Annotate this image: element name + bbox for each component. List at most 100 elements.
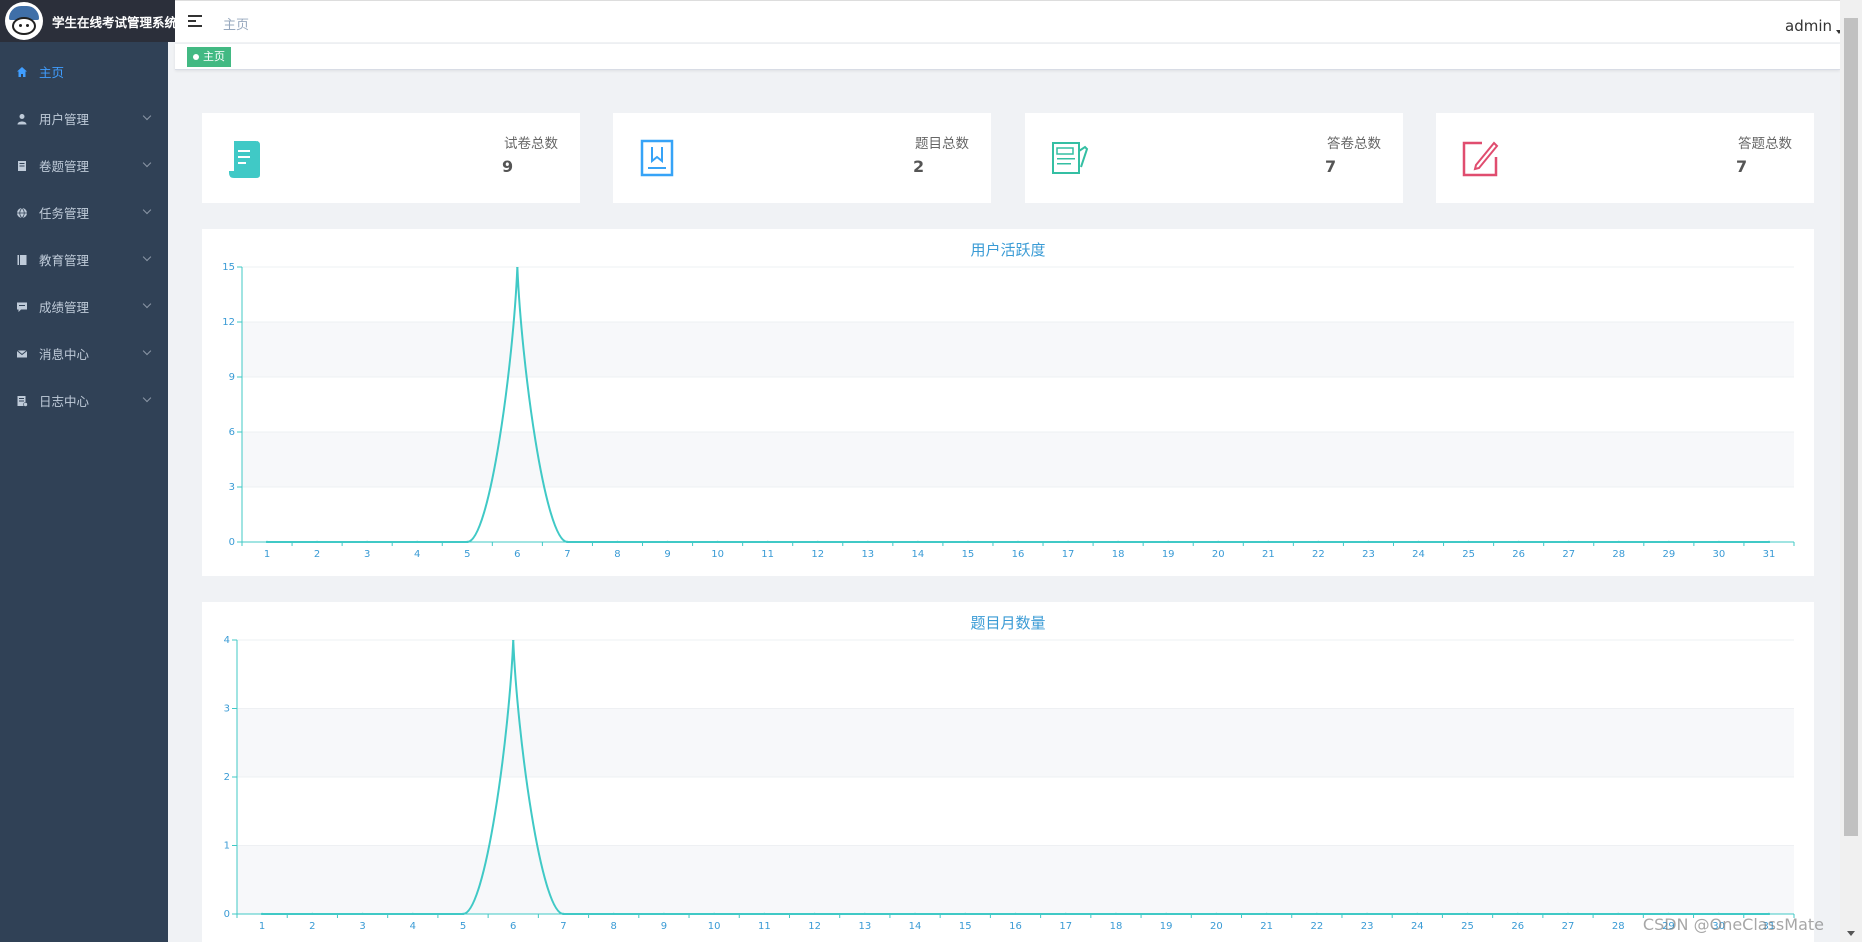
data-point (616, 540, 619, 543)
card-value: 2 (913, 157, 925, 176)
x-tick-label: 2 (314, 549, 320, 560)
y-tick-label: 9 (229, 372, 235, 383)
x-tick-label: 3 (359, 921, 365, 932)
x-tick-label: 19 (1160, 921, 1173, 932)
sidebar-item-task-management[interactable]: 任务管理 (0, 189, 168, 236)
data-point (662, 912, 666, 915)
x-tick-label: 17 (1059, 921, 1072, 932)
data-point (315, 540, 319, 543)
data-point (1365, 912, 1369, 915)
x-tick-label: 4 (414, 549, 420, 560)
data-point (666, 540, 669, 543)
sidebar-item-message-center[interactable]: 消息中心 (0, 330, 168, 377)
tags-view: 主页 (175, 44, 1840, 70)
app-title: 学生在线考试管理系统 (52, 14, 178, 30)
user-activity-chart: 036912151 2 3 4 5 6 7 8 9 10 11 12 13 14 15 16 17 18 19 20 2… (222, 262, 1795, 560)
data-point (1466, 912, 1469, 915)
data-point (966, 540, 970, 543)
card-label: 答题总数 (1738, 136, 1792, 152)
user-menu[interactable]: admin (1785, 17, 1832, 35)
stat-card-answer-sheets[interactable]: 答卷总数 7 (1025, 113, 1403, 203)
data-point (712, 912, 716, 915)
edit-icon (1462, 141, 1499, 177)
x-tick-label: 25 (1461, 921, 1474, 932)
sidebar: 主页 用户管理 卷题管理 任务管理 教育管理 成绩管理 消息中心 日志中心 (0, 0, 168, 942)
stat-card-answers[interactable]: 答题总数 7 (1436, 113, 1814, 203)
stat-card-papers[interactable]: 试卷总数 9 (202, 113, 580, 203)
data-point (1367, 540, 1370, 543)
chevron-down-icon (142, 346, 152, 356)
x-tick-label: 7 (560, 921, 566, 932)
card-value: 7 (1736, 157, 1748, 176)
grid-band (242, 432, 1794, 487)
card-label: 试卷总数 (504, 136, 558, 152)
scroll-down-arrow-icon[interactable] (1847, 931, 1855, 936)
sidebar-item-education-management[interactable]: 教育管理 (0, 236, 168, 283)
x-tick-label: 1 (264, 549, 270, 560)
watermark: CSDN @OneClassMate (1642, 915, 1824, 934)
data-point (1315, 912, 1319, 915)
data-point (1215, 912, 1218, 915)
y-tick-label: 0 (229, 537, 235, 548)
card-label: 答卷总数 (1327, 136, 1381, 152)
data-point (763, 912, 766, 915)
app-logo-bar[interactable]: 学生在线考试管理系统 (0, 0, 178, 42)
x-tick-label: 23 (1361, 921, 1374, 932)
hamburger-icon[interactable] (188, 15, 202, 27)
x-tick-label: 18 (1112, 549, 1125, 560)
x-tick-label: 17 (1062, 549, 1075, 560)
grid-band (242, 322, 1794, 377)
x-tick-label: 5 (460, 921, 466, 932)
x-tick-label: 13 (858, 921, 871, 932)
x-tick-label: 11 (758, 921, 771, 932)
home-icon (17, 66, 27, 77)
data-point (1066, 540, 1070, 543)
data-point (411, 912, 414, 915)
stat-card-questions[interactable]: 题目总数 2 (613, 113, 991, 203)
breadcrumb[interactable]: 主页 (223, 14, 249, 33)
x-tick-label: 21 (1262, 549, 1275, 560)
scrollbar-thumb[interactable] (1844, 18, 1858, 836)
scrollbar[interactable] (1840, 0, 1862, 942)
data-point (916, 540, 920, 543)
tab-label: 主页 (203, 50, 225, 63)
data-point (1566, 912, 1570, 915)
data-point (964, 912, 967, 915)
answer-sheet-icon (1052, 142, 1089, 174)
chart-panel-user-activity: 用户活跃度 0 3 6 9 12 15 1 2 3 4 5 6 7 8 9 10 11 12 13 14 15 16 17 1… (202, 229, 1814, 576)
tab-home[interactable]: 主页 (187, 47, 231, 67)
chevron-down-icon (142, 299, 152, 309)
sidebar-item-log-center[interactable]: 日志中心 (0, 377, 168, 424)
x-tick-label: 15 (959, 921, 972, 932)
data-point (1164, 912, 1168, 915)
sidebar-item-label: 日志中心 (39, 394, 90, 409)
data-point (1116, 540, 1120, 543)
x-tick-label: 27 (1562, 921, 1575, 932)
x-tick-label: 14 (909, 921, 922, 932)
data-point (1767, 540, 1771, 543)
data-point (913, 912, 917, 915)
x-tick-label: 20 (1212, 549, 1225, 560)
x-tick-label: 15 (962, 549, 975, 560)
x-tick-label: 23 (1362, 549, 1375, 560)
data-point (766, 540, 769, 543)
sidebar-item-label: 卷题管理 (39, 159, 90, 174)
data-point (1217, 540, 1220, 543)
sidebar-item-paper-management[interactable]: 卷题管理 (0, 142, 168, 189)
sidebar-item-user-management[interactable]: 用户管理 (0, 95, 168, 142)
x-tick-label: 20 (1210, 921, 1223, 932)
sidebar-item-score-management[interactable]: 成绩管理 (0, 283, 168, 330)
y-tick-label: 3 (224, 704, 230, 715)
log-icon (17, 395, 28, 407)
card-value: 7 (1325, 157, 1337, 176)
data-point (562, 912, 565, 915)
chat-icon (17, 302, 27, 312)
data-point (416, 540, 419, 543)
x-tick-label: 1 (259, 921, 265, 932)
x-tick-label: 16 (1009, 921, 1022, 932)
sidebar-item-label: 任务管理 (39, 206, 90, 221)
data-point (566, 540, 569, 543)
sidebar-item-home[interactable]: 主页 (0, 48, 168, 95)
series-group (265, 267, 1771, 543)
x-tick-label: 5 (464, 549, 470, 560)
